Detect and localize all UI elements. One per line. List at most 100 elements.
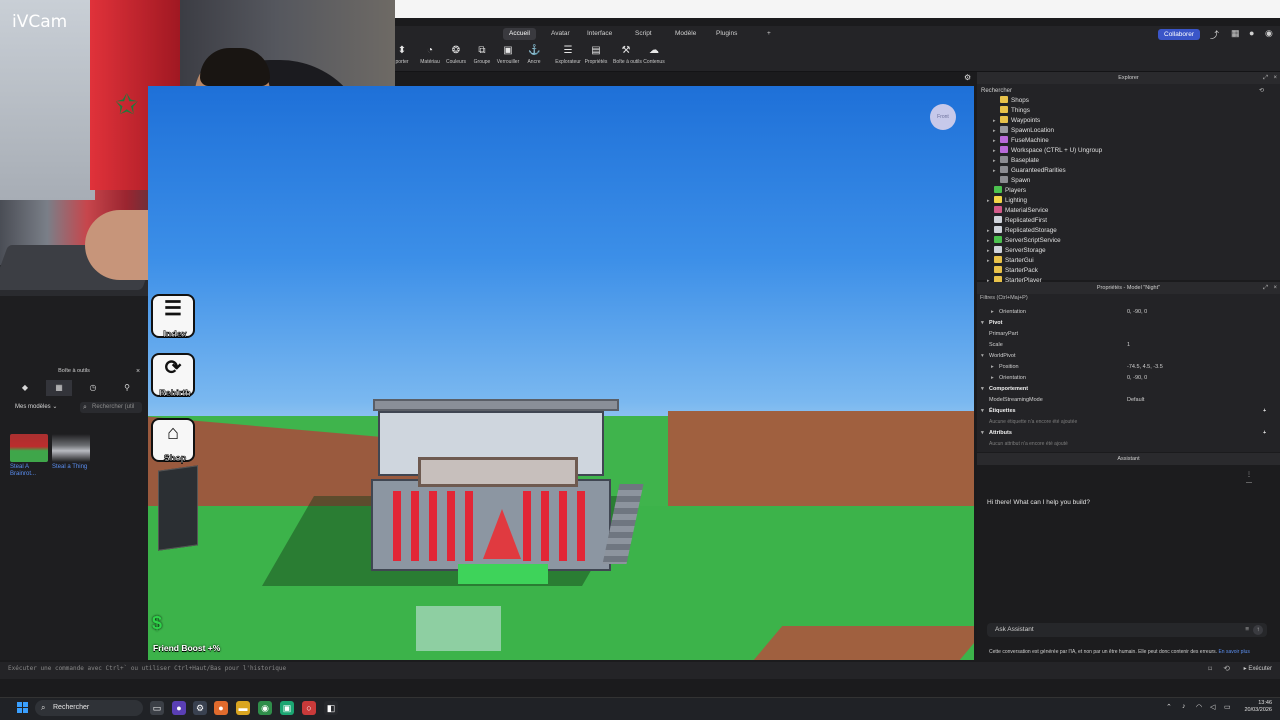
execute-button[interactable]: ▸ Exécuter — [1244, 665, 1272, 672]
expand-arrow-icon[interactable]: ▸ — [987, 226, 994, 236]
tab-interface[interactable]: Interface — [581, 28, 618, 40]
explorer-item[interactable]: Shops — [993, 96, 1029, 106]
property-section[interactable]: ▾ Comportement — [977, 384, 1280, 394]
expand-arrow-icon[interactable]: ▾ — [981, 351, 984, 361]
close-icon[interactable]: × — [1273, 72, 1277, 84]
explorer-item[interactable]: StarterPack — [987, 266, 1038, 276]
wifi-icon[interactable]: ◠ — [1196, 703, 1202, 711]
explorer-item[interactable]: ▸ Baseplate — [993, 156, 1039, 166]
send-icon[interactable]: ↑ — [1253, 625, 1263, 635]
property-row[interactable]: Aucun attribut n'a encore été ajouté — [977, 439, 1280, 449]
notification-bell-icon[interactable]: ● — [1249, 28, 1254, 38]
property-row[interactable]: ▸ Orientation 0, -90, 0 — [977, 373, 1280, 383]
toolbox-tab-recent[interactable]: ◷ — [80, 380, 106, 396]
property-row[interactable]: PrimaryPart — [977, 329, 1280, 339]
windows-start-icon[interactable] — [17, 702, 29, 714]
share-icon[interactable]: ⤴ — [1210, 28, 1219, 41]
settings-app-icon[interactable]: ⚙ — [193, 701, 207, 715]
explorer-item[interactable]: ▸ SpawnLocation — [993, 126, 1054, 136]
property-value[interactable]: 0, -90, 0 — [1127, 373, 1147, 383]
tool-material[interactable]: ◔ Matériau — [417, 45, 443, 65]
taskbar-clock[interactable]: 13:46 20/03/2026 — [1244, 700, 1272, 714]
add-tab-button[interactable]: + — [761, 28, 777, 40]
opera-icon[interactable]: ○ — [302, 701, 316, 715]
learn-more-link[interactable]: En savoir plus — [1218, 649, 1249, 655]
app-icon[interactable]: ▣ — [280, 701, 294, 715]
studio-settings-icon[interactable]: ▦ — [1231, 28, 1240, 39]
tool-lock[interactable]: ▣ Verrouiller — [495, 45, 521, 65]
expand-arrow-icon[interactable]: ▸ — [993, 146, 1000, 156]
expand-arrow-icon[interactable]: ▸ — [987, 256, 994, 266]
expand-arrow-icon[interactable]: ▸ — [993, 156, 1000, 166]
popout-icon[interactable]: ⤢ — [1263, 72, 1268, 84]
property-row[interactable]: ModelStreamingMode Default — [977, 395, 1280, 405]
microphone-icon[interactable]: ♪ — [1182, 703, 1186, 710]
explorer-item[interactable]: ▸ ServerStorage — [987, 246, 1046, 256]
view-cube[interactable]: Front — [930, 104, 956, 130]
property-row[interactable]: Aucune étiquette n'a encore été ajoutée — [977, 417, 1280, 427]
game-viewport[interactable]: Front ☰ Index ⟳ Rebirth ⌂ Shop $ Friend … — [148, 86, 974, 660]
tray-chevron-icon[interactable]: ⌃ — [1166, 703, 1172, 711]
tool-anchor[interactable]: ⚓ Ancre — [521, 45, 547, 65]
property-row[interactable]: ▾ WorldPivot — [977, 351, 1280, 361]
toolbox-tab-creations[interactable]: ⚲ — [114, 380, 140, 396]
shop-button[interactable]: ⌂ Shop — [151, 418, 195, 463]
explorer-item[interactable]: ▸ Lighting — [987, 196, 1027, 206]
explorer-item[interactable]: ▸ FuseMachine — [993, 136, 1049, 146]
tool-group[interactable]: ⧉ Groupe — [469, 45, 495, 65]
roblox-studio-icon[interactable]: ◧ — [324, 701, 338, 715]
toolbox-tab-marketplace[interactable]: ▦ — [46, 380, 72, 396]
taskbar-search-input[interactable]: ⌕ Rechercher — [35, 700, 143, 716]
index-button[interactable]: ☰ Index — [151, 294, 195, 339]
bookmark-icon[interactable]: ⌑ — [1208, 665, 1212, 673]
property-value[interactable]: -74.5, 4.5, -3.5 — [1127, 362, 1163, 372]
rebirth-button[interactable]: ⟳ Rebirth — [151, 353, 195, 398]
property-section[interactable]: ▾ Étiquettes + — [977, 406, 1280, 416]
explorer-item[interactable]: Spawn — [993, 176, 1030, 186]
expand-arrow-icon[interactable]: ▾ — [981, 406, 984, 416]
tab-accueil[interactable]: Accueil — [503, 28, 536, 40]
command-bar[interactable]: Exécuter une commande avec Ctrl+` ou uti… — [0, 662, 1280, 679]
close-icon[interactable]: × — [136, 368, 140, 375]
property-row[interactable]: ▸ Position -74.5, 4.5, -3.5 — [977, 362, 1280, 372]
model-card[interactable]: Steal A Brainrot... — [10, 434, 50, 478]
firefox-icon[interactable]: ● — [214, 701, 228, 715]
explorer-item[interactable]: MaterialService — [987, 206, 1048, 216]
properties-filter-input[interactable]: Filtres (Ctrl+Maj+P) — [980, 295, 1028, 301]
expand-arrow-icon[interactable]: ▸ — [993, 136, 1000, 146]
tab-plugins[interactable]: Plugins — [710, 28, 743, 40]
expand-arrow-icon[interactable]: ▸ — [991, 373, 994, 383]
history-icon[interactable]: ⟲ — [1223, 664, 1230, 673]
expand-arrow-icon[interactable]: ▾ — [981, 318, 984, 328]
avatar-icon[interactable]: ◉ — [1265, 28, 1273, 39]
add-icon[interactable]: + — [1263, 406, 1266, 416]
explorer-search-input[interactable]: Rechercher — [979, 86, 1275, 96]
minimize-icon[interactable]: — — [1246, 477, 1252, 489]
task-view-icon[interactable]: ▭ — [150, 701, 164, 715]
tool-explorer[interactable]: ☰ Explorateur — [555, 45, 581, 65]
explorer-item[interactable]: ▸ StarterGui — [987, 256, 1034, 266]
expand-arrow-icon[interactable]: ▸ — [993, 116, 1000, 126]
models-dropdown[interactable]: Mes modèles ⌄ — [12, 402, 72, 413]
expand-arrow-icon[interactable]: ▸ — [993, 166, 1000, 176]
volume-icon[interactable]: ◁ — [1210, 703, 1215, 711]
expand-arrow-icon[interactable]: ▸ — [991, 362, 994, 372]
property-row[interactable]: Scale 1 — [977, 340, 1280, 350]
explorer-item[interactable]: ▸ Workspace (CTRL + U) Ungroup — [993, 146, 1102, 156]
toolbox-tab-inventory[interactable]: ◆ — [12, 380, 38, 396]
expand-arrow-icon[interactable]: ▸ — [987, 196, 994, 206]
assistant-input[interactable]: Ask Assistant ≡ ↑ — [987, 623, 1267, 637]
expand-arrow-icon[interactable]: ▸ — [987, 246, 994, 256]
options-icon[interactable]: ≡ — [1245, 623, 1249, 637]
file-explorer-icon[interactable]: ▬ — [236, 701, 250, 715]
tab-modele[interactable]: Modèle — [669, 28, 702, 40]
building-model[interactable] — [371, 399, 644, 579]
explorer-item[interactable]: ▸ ServerScriptService — [987, 236, 1061, 246]
toolbox-search-input[interactable]: ⌕ Rechercher (util — [80, 402, 142, 413]
explorer-item[interactable]: ReplicatedFirst — [987, 216, 1047, 226]
popout-icon[interactable]: ⤢ — [1263, 282, 1268, 294]
discord-icon[interactable]: ● — [172, 701, 186, 715]
property-value[interactable]: 1 — [1127, 340, 1130, 350]
expand-arrow-icon[interactable]: ▾ — [981, 428, 984, 438]
expand-arrow-icon[interactable]: ▸ — [991, 307, 994, 317]
